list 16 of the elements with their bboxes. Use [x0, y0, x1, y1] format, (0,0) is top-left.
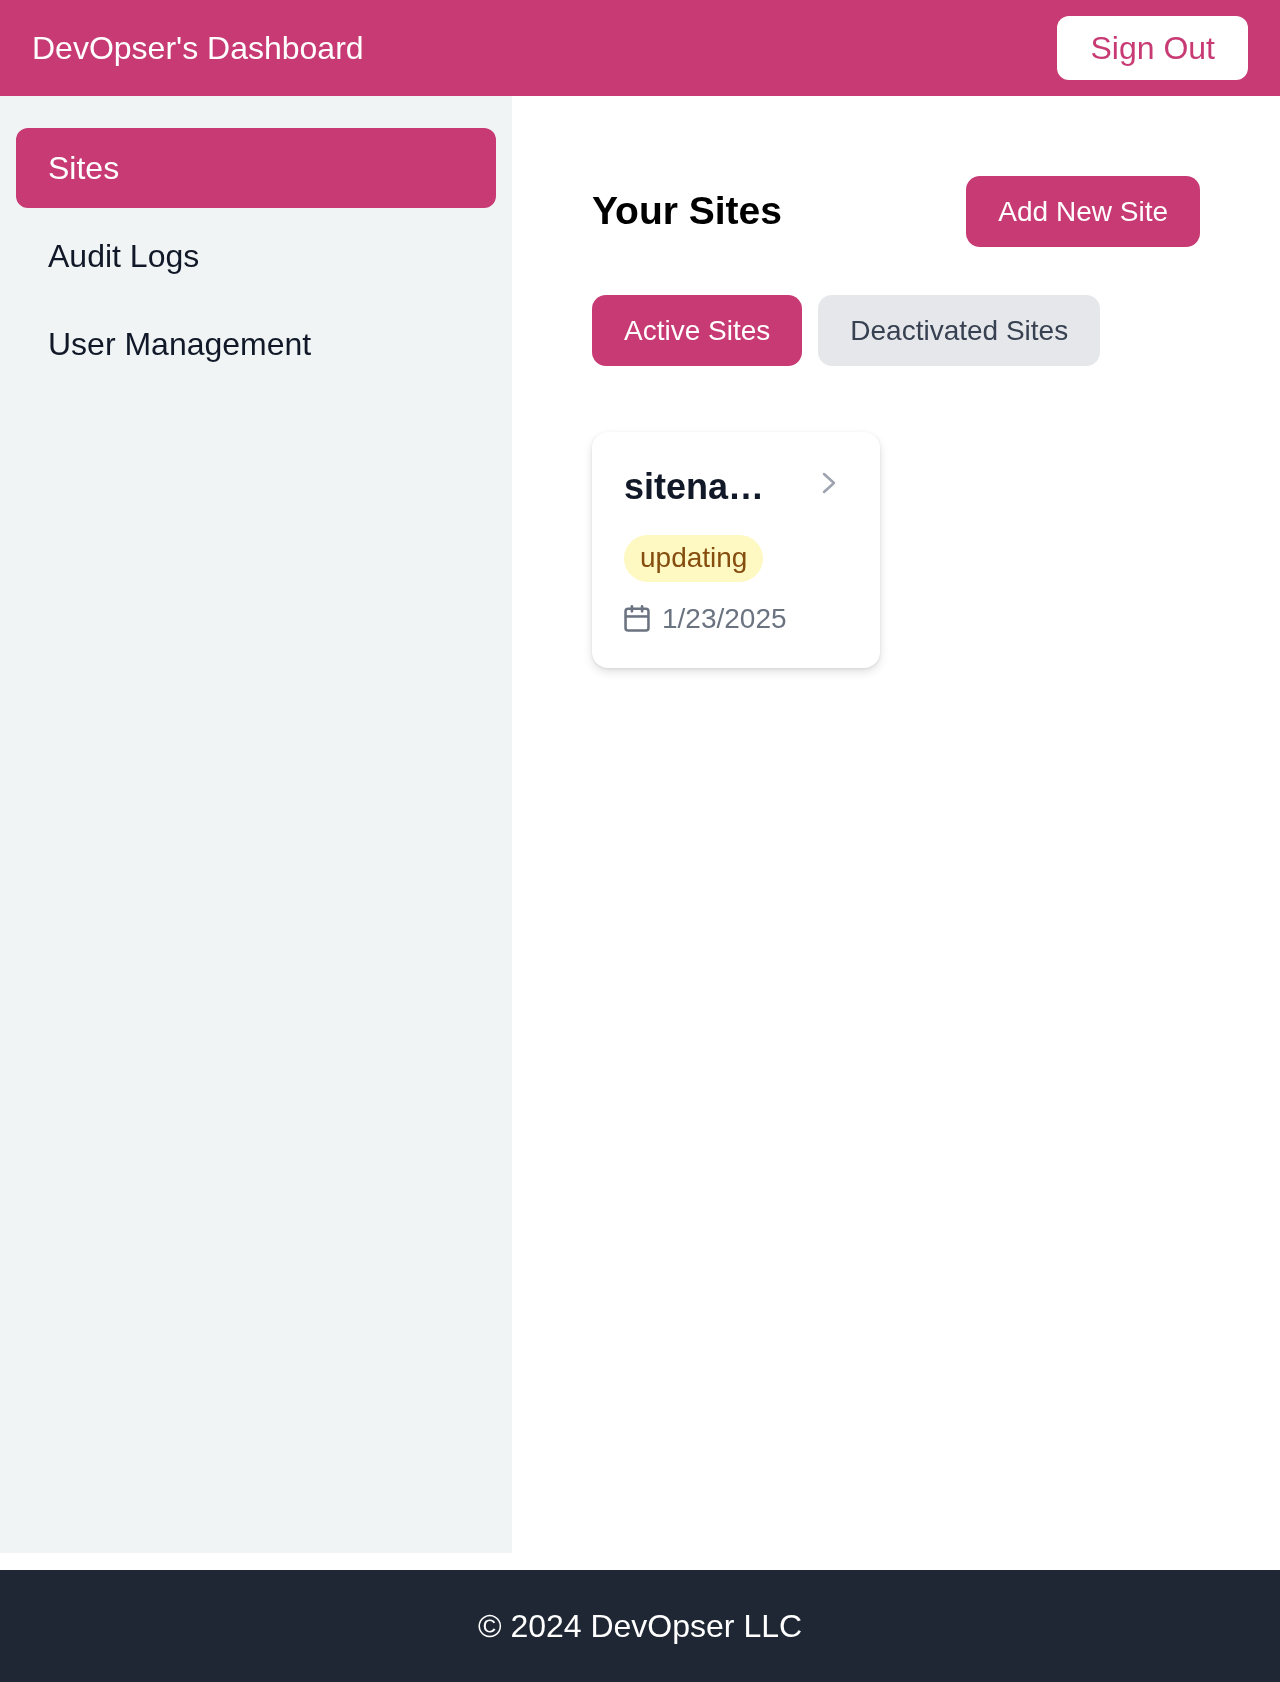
filter-tab[interactable]: Deactivated Sites: [818, 295, 1101, 367]
sign-out-button[interactable]: Sign Out: [1057, 16, 1248, 80]
site-name: sitena…: [624, 465, 765, 510]
dashboard-title: DevOpser's Dashboard: [32, 28, 364, 68]
site-date: 1/23/2025: [662, 601, 787, 636]
page-heading: Your Sites: [592, 188, 782, 235]
calendar-icon: [624, 604, 650, 633]
copyright-text: © 2024 DevOpser LLC: [477, 1607, 803, 1646]
chevron-right-icon: [822, 472, 836, 495]
status-badge: updating: [624, 535, 764, 582]
site-card[interactable]: sitena… updating 1/23/2025: [592, 432, 880, 668]
filter-tab[interactable]: Active Sites: [592, 295, 803, 367]
sidebar-item[interactable]: Audit Logs: [16, 216, 496, 296]
sidebar-item[interactable]: Sites: [16, 128, 496, 208]
sidebar-item[interactable]: User Management: [16, 304, 496, 384]
add-site-button[interactable]: Add New Site: [966, 176, 1200, 248]
